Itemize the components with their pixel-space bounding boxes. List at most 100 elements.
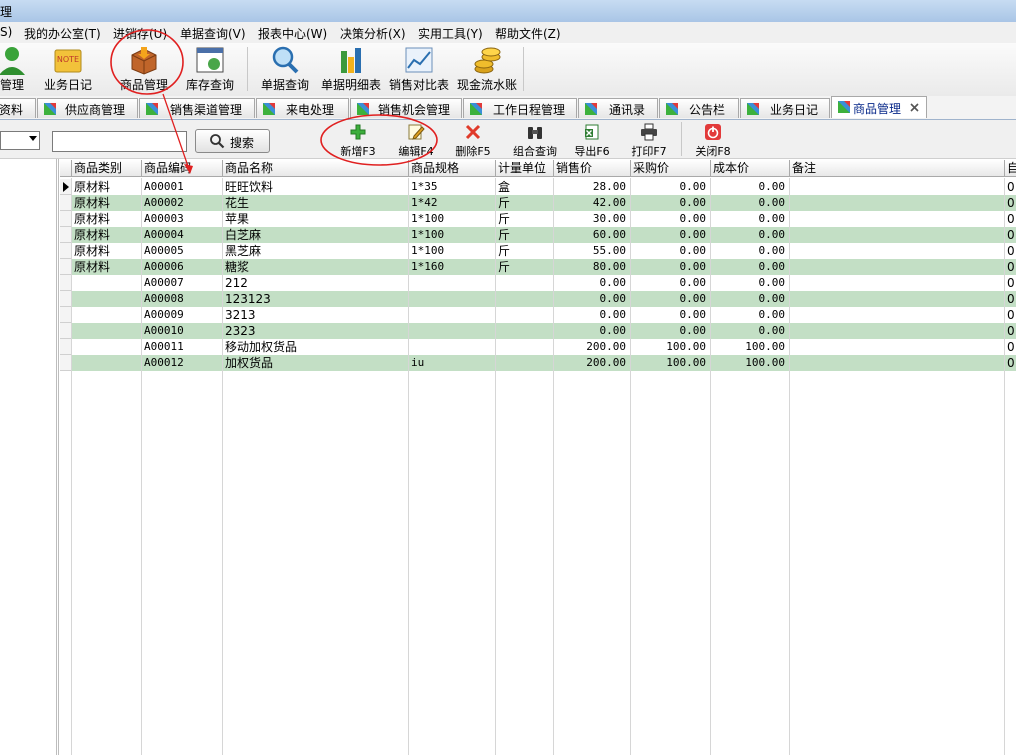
table-cell[interactable] [72,307,142,323]
table-cell[interactable]: 100.00 [711,339,790,355]
export-button[interactable]: 导出F6 [569,120,615,158]
table-cell[interactable]: 212 [223,275,409,291]
menu-item-system[interactable]: S) [0,25,12,39]
table-cell[interactable]: 0 [1005,211,1016,227]
table-cell[interactable]: 0.00 [711,307,790,323]
table-cell[interactable] [72,291,142,307]
table-cell[interactable] [790,179,1005,195]
table-cell[interactable] [790,307,1005,323]
table-cell[interactable] [496,355,554,371]
table-cell[interactable] [72,275,142,291]
close-icon[interactable] [910,103,919,112]
table-cell[interactable] [72,355,142,371]
table-cell[interactable]: 0 [1005,227,1016,243]
table-row[interactable]: A00008 123123 0.00 0.00 0.00 0 [60,291,1016,307]
table-cell[interactable] [409,291,496,307]
table-cell[interactable]: 30.00 [554,211,631,227]
table-cell[interactable]: A00002 [142,195,223,211]
menu-item-tools[interactable]: 实用工具(Y) [418,25,483,42]
toolbar-button-product-management[interactable]: 商品管理 [114,43,174,95]
table-cell[interactable]: 斤 [496,211,554,227]
table-row[interactable]: 原材料 A00005 黑芝麻 1*100 斤 55.00 0.00 0.00 0 [60,243,1016,259]
table-cell[interactable]: 原材料 [72,211,142,227]
table-cell[interactable]: A00008 [142,291,223,307]
table-cell[interactable]: 0.00 [631,211,711,227]
table-cell[interactable]: 0.00 [554,323,631,339]
table-row[interactable]: A00012 加权货品 iu 200.00 100.00 100.00 0 [60,355,1016,371]
table-row[interactable]: 原材料 A00003 苹果 1*100 斤 30.00 0.00 0.00 0 [60,211,1016,227]
table-row[interactable]: A00010 2323 0.00 0.00 0.00 0 [60,323,1016,339]
menu-item-decision[interactable]: 决策分析(X) [340,25,406,42]
table-cell[interactable] [72,339,142,355]
table-cell[interactable]: 42.00 [554,195,631,211]
table-cell[interactable] [72,323,142,339]
menu-item-inventory[interactable]: 进销存(U) [113,25,167,42]
tab-supplier-management[interactable]: 供应商管理 [37,98,138,118]
table-cell[interactable]: 白芝麻 [223,227,409,243]
table-cell[interactable]: A00009 [142,307,223,323]
table-cell[interactable]: 0.00 [631,179,711,195]
table-cell[interactable] [409,275,496,291]
table-cell[interactable]: 0.00 [711,259,790,275]
table-cell[interactable]: 0.00 [631,307,711,323]
table-cell[interactable]: 0 [1005,323,1016,339]
table-cell[interactable]: 0 [1005,307,1016,323]
table-cell[interactable]: 0.00 [711,195,790,211]
category-select[interactable] [0,131,40,150]
table-cell[interactable]: 0.00 [711,227,790,243]
table-cell[interactable]: 200.00 [554,339,631,355]
tab-sales-opportunity[interactable]: 销售机会管理 [350,98,462,118]
table-cell[interactable] [496,275,554,291]
table-cell[interactable]: 28.00 [554,179,631,195]
table-cell[interactable]: 0 [1005,355,1016,371]
column-header[interactable]: 商品编码 [142,160,223,177]
search-input[interactable] [52,131,187,152]
column-header[interactable]: 商品规格 [409,160,496,177]
table-cell[interactable]: 3213 [223,307,409,323]
table-cell[interactable]: 花生 [223,195,409,211]
table-cell[interactable] [409,323,496,339]
table-cell[interactable]: 1*42 [409,195,496,211]
table-cell[interactable]: 1*35 [409,179,496,195]
table-cell[interactable]: 200.00 [554,355,631,371]
table-cell[interactable]: 0 [1005,291,1016,307]
column-header[interactable]: 商品类别 [72,160,142,177]
column-header[interactable]: 计量单位 [496,160,554,177]
table-cell[interactable]: 0 [1005,339,1016,355]
table-cell[interactable]: 加权货品 [223,355,409,371]
table-cell[interactable]: 0.00 [631,227,711,243]
table-cell[interactable]: 0.00 [711,275,790,291]
table-cell[interactable]: A00011 [142,339,223,355]
table-cell[interactable]: 0.00 [554,291,631,307]
chevron-down-icon[interactable] [29,136,37,141]
toolbar-button-sales-comparison[interactable]: 销售对比表 [386,43,452,95]
toolbar-button-business-diary[interactable]: NOTE 业务日记 [40,43,96,95]
table-cell[interactable]: 斤 [496,259,554,275]
menu-item-reports[interactable]: 报表中心(W) [258,25,327,42]
table-cell[interactable]: 0.00 [631,275,711,291]
table-cell[interactable] [496,339,554,355]
table-cell[interactable]: 移动加权货品 [223,339,409,355]
table-cell[interactable]: 糖浆 [223,259,409,275]
table-cell[interactable]: 0.00 [711,211,790,227]
column-header[interactable]: 采购价 [631,160,711,177]
close-tab-button[interactable]: 关闭F8 [690,120,736,158]
table-cell[interactable]: 黑芝麻 [223,243,409,259]
table-cell[interactable]: 1*100 [409,243,496,259]
table-cell[interactable]: 60.00 [554,227,631,243]
table-cell[interactable]: 盒 [496,179,554,195]
table-cell[interactable]: A00007 [142,275,223,291]
table-row[interactable]: 原材料 A00006 糖浆 1*160 斤 80.00 0.00 0.00 0 [60,259,1016,275]
table-cell[interactable]: 0.00 [711,179,790,195]
tab-business-diary[interactable]: 业务日记 [740,98,830,118]
table-row[interactable]: A00007 212 0.00 0.00 0.00 0 [60,275,1016,291]
column-header[interactable]: 自 [1005,160,1016,177]
table-cell[interactable] [790,355,1005,371]
table-row[interactable]: 原材料 A00004 白芝麻 1*100 斤 60.00 0.00 0.00 0 [60,227,1016,243]
table-cell[interactable]: 0.00 [711,323,790,339]
table-cell[interactable]: 80.00 [554,259,631,275]
table-cell[interactable]: 1*100 [409,211,496,227]
table-cell[interactable] [790,195,1005,211]
table-cell[interactable]: 0 [1005,275,1016,291]
tab-incoming-call[interactable]: 来电处理 [256,98,349,118]
